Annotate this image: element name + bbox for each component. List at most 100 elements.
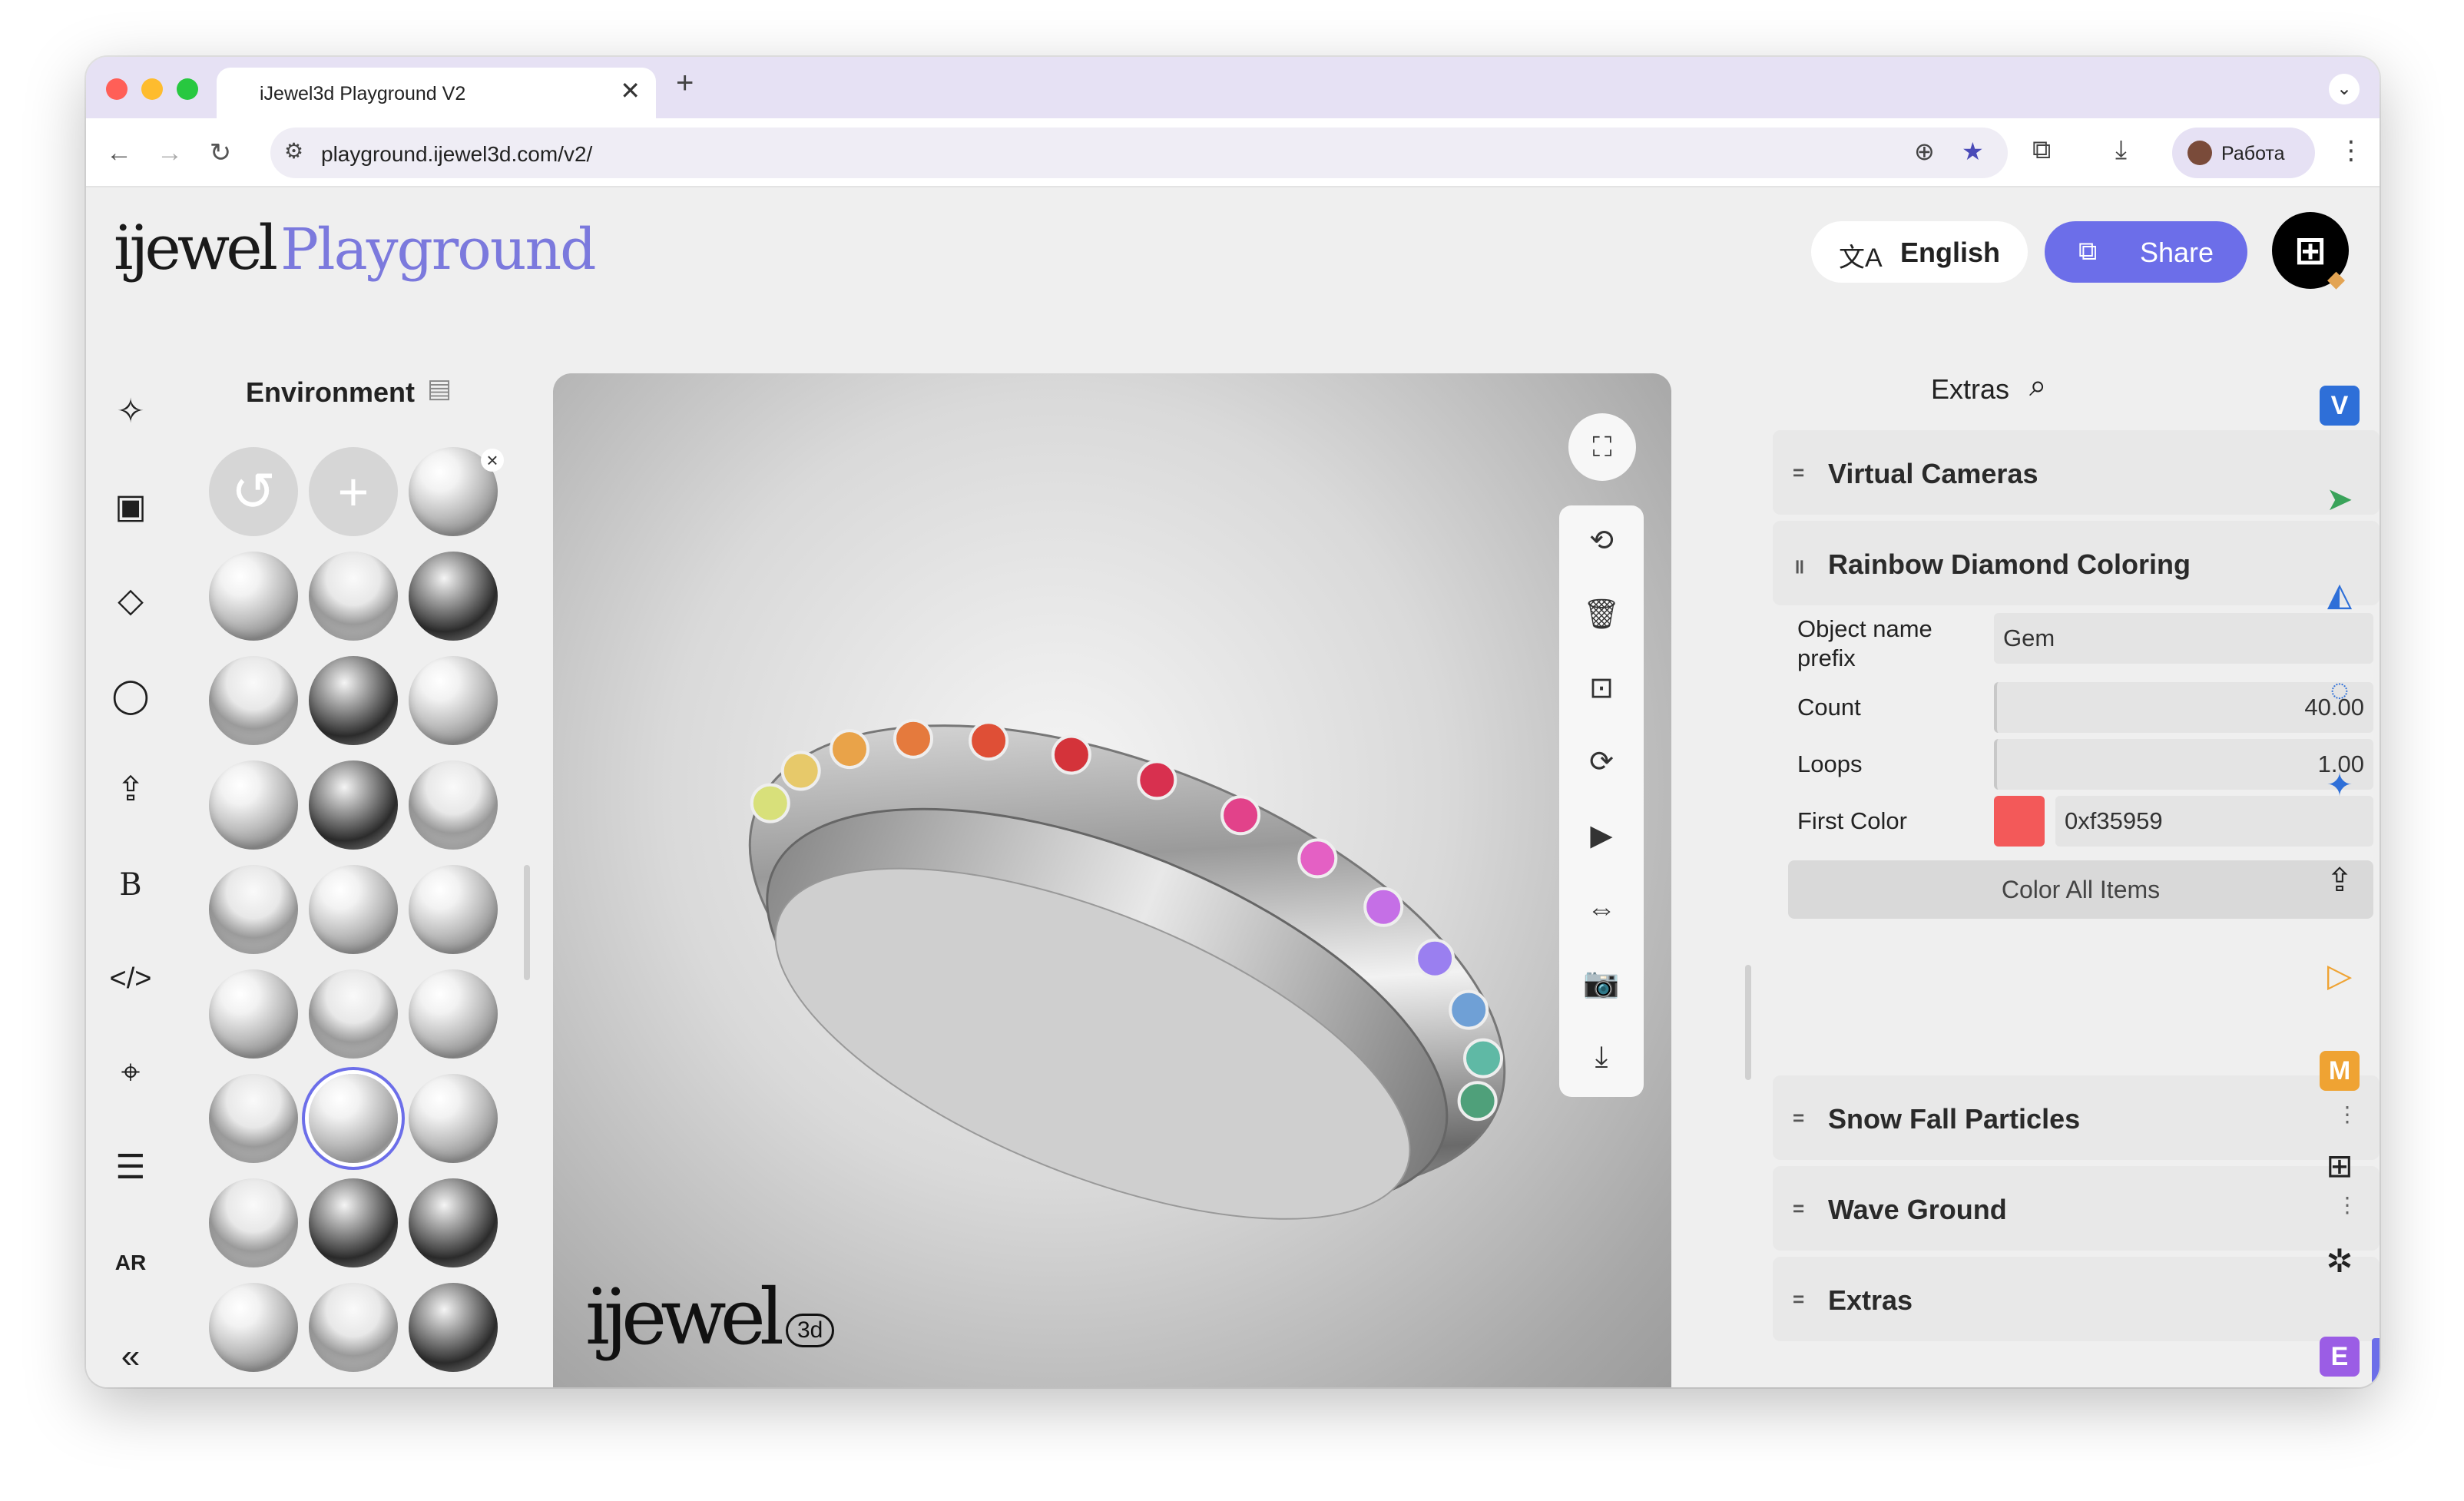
download-icon[interactable]: ⤓ <box>1578 1034 1624 1080</box>
add-environment-button[interactable]: + <box>309 447 398 536</box>
section-extras[interactable]: = Extras <box>1773 1257 2380 1341</box>
drag-handle-icon[interactable]: ॥ <box>1793 552 1805 579</box>
environment-thumbnail[interactable] <box>309 969 398 1059</box>
delete-icon[interactable]: 🗑 <box>1578 591 1624 638</box>
back-arrow-icon[interactable]: ← <box>100 134 138 172</box>
section-virtual-cameras[interactable]: = Virtual Cameras <box>1773 430 2380 515</box>
site-settings-icon[interactable]: ⚙ <box>284 138 303 164</box>
environment-thumbnail[interactable] <box>309 656 398 745</box>
fullscreen-icon[interactable]: ⛶ <box>1568 413 1636 481</box>
star-icon[interactable]: ✦ <box>2317 762 2363 808</box>
object-name-input[interactable]: Gem <box>1994 613 2373 664</box>
v-plugin-icon[interactable]: V <box>2320 386 2360 426</box>
turntable-icon[interactable]: ⇔ <box>1578 886 1624 933</box>
address-bar[interactable]: ⚙ playground.ijewel3d.com/v2/ ⊕ ★ <box>270 128 2008 178</box>
profile-button[interactable]: Работа <box>2172 128 2315 178</box>
browser-menu-icon[interactable]: ⋮ <box>2338 135 2364 166</box>
ground-plane-icon[interactable]: ◇ <box>108 578 154 624</box>
upload-icon[interactable]: ⇪ <box>108 767 154 813</box>
environment-thumbnail[interactable] <box>409 1074 498 1163</box>
environment-thumbnail[interactable] <box>409 865 498 954</box>
reload-icon[interactable]: ↻ <box>201 134 240 172</box>
window-close-button[interactable] <box>106 78 128 100</box>
grid-icon[interactable]: ⊞ <box>2317 1143 2363 1189</box>
loop-icon[interactable]: ◌ <box>2317 667 2363 713</box>
tab-search-menu-button[interactable]: ⌄ <box>2329 74 2360 104</box>
environment-thumbnail[interactable] <box>209 1283 298 1372</box>
environment-thumbnail[interactable] <box>209 1074 298 1163</box>
ar-beta-icon[interactable]: AR <box>108 1240 154 1286</box>
extensions-icon[interactable]: ⧉ <box>2032 135 2051 165</box>
gallery-icon[interactable]: ▣ <box>108 484 154 530</box>
environment-thumbnail[interactable] <box>309 1283 398 1372</box>
focus-icon[interactable]: ⊡ <box>1578 665 1624 711</box>
environment-thumbnail[interactable] <box>409 1283 498 1372</box>
rotate-icon[interactable]: ⟲ <box>1578 518 1624 564</box>
code-icon[interactable]: </> <box>108 956 154 1002</box>
environment-thumbnail[interactable] <box>209 865 298 954</box>
download-icon[interactable]: ⤓ <box>2115 135 2127 165</box>
window-maximize-button[interactable] <box>177 78 198 100</box>
environment-thumbnail[interactable] <box>409 760 498 850</box>
environment-thumbnail[interactable] <box>409 552 498 641</box>
sliders-icon[interactable]: ☰ <box>108 1145 154 1191</box>
environment-thumbnail[interactable] <box>209 760 298 850</box>
bx-beta-icon[interactable]: B <box>108 862 154 908</box>
app-logo[interactable]: ijewel Playground <box>114 212 597 283</box>
shapes-icon[interactable]: ◭ <box>2317 572 2363 618</box>
3d-viewport[interactable]: ijewel 3d ⛶ ⟲ 🗑 ⊡ ⟳ ▶ ⇔ 📷 ⤓ <box>553 373 1671 1387</box>
tag-icon[interactable]: ⌖ <box>108 1049 154 1095</box>
color-all-items-button[interactable]: Color All Items <box>1788 860 2373 919</box>
environment-thumbnail[interactable] <box>309 1178 398 1267</box>
new-tab-button[interactable]: + <box>676 68 694 98</box>
url-text[interactable]: playground.ijewel3d.com/v2/ <box>321 142 592 167</box>
reset-environment-button[interactable]: ↺ <box>209 447 298 536</box>
first-color-swatch[interactable] <box>1994 796 2045 847</box>
section-header[interactable]: ॥ Rainbow Diamond Coloring <box>1773 521 2380 605</box>
help-book-icon[interactable]: ▤ <box>427 373 452 404</box>
environment-thumbnail[interactable] <box>209 552 298 641</box>
environment-thumbnail[interactable] <box>309 760 398 850</box>
environment-thumbnail[interactable] <box>409 1178 498 1267</box>
search-icon[interactable]: ⌕ <box>2029 369 2046 403</box>
collapse-icon[interactable]: « <box>108 1334 154 1380</box>
environment-thumbnail[interactable] <box>209 656 298 745</box>
upload-icon[interactable]: ⇪ <box>2317 857 2363 903</box>
environment-thumbnail-selected[interactable] <box>309 1074 398 1163</box>
window-minimize-button[interactable] <box>141 78 163 100</box>
tab-close-icon[interactable]: ✕ <box>620 78 641 103</box>
language-button[interactable]: 文A English <box>1811 221 2028 283</box>
zoom-icon[interactable]: ⊕ <box>1914 137 1935 166</box>
play-icon[interactable]: ▶ <box>1578 813 1624 859</box>
ring-icon[interactable]: ◯ <box>108 673 154 719</box>
puzzle-icon[interactable]: ✲ <box>2317 1238 2363 1284</box>
drag-handle-icon[interactable]: = <box>1793 461 1804 485</box>
sparkle-icon[interactable]: ✧ <box>108 389 154 435</box>
environment-thumbnail[interactable] <box>209 969 298 1059</box>
drag-handle-icon[interactable]: = <box>1793 1287 1804 1311</box>
e-plugin-icon[interactable]: E <box>2320 1337 2360 1377</box>
m-plugin-icon[interactable]: M <box>2320 1051 2360 1091</box>
more-options-icon[interactable]: ⋮ <box>2336 1102 2358 1127</box>
remove-environment-icon[interactable]: × <box>481 449 504 472</box>
camera-icon[interactable]: 📷 <box>1578 960 1624 1006</box>
more-options-icon[interactable]: ⋮ <box>2336 1192 2358 1218</box>
auto-rotate-icon[interactable]: ⟳ <box>1578 739 1624 785</box>
play-triangle-icon[interactable]: ▷ <box>2317 953 2363 999</box>
panel-resize-handle[interactable] <box>1745 965 1751 1080</box>
drag-handle-icon[interactable]: = <box>1793 1106 1804 1130</box>
share-button[interactable]: ⧉ Share <box>2045 221 2247 283</box>
section-wave-ground[interactable]: = Wave Ground ⋮ <box>1773 1166 2380 1251</box>
drag-handle-icon[interactable]: = <box>1793 1197 1804 1221</box>
cursor-icon[interactable]: ➤ <box>2317 476 2363 522</box>
section-snow-fall-particles[interactable]: = Snow Fall Particles ⋮ <box>1773 1075 2380 1160</box>
environment-scrollbar[interactable] <box>524 865 530 980</box>
environment-thumbnail[interactable] <box>409 969 498 1059</box>
environment-thumbnail[interactable] <box>409 656 498 745</box>
bookmark-star-icon[interactable]: ★ <box>1962 137 1984 166</box>
environment-thumbnail[interactable] <box>309 865 398 954</box>
browser-tab[interactable]: iJewel3d Playground V2 ✕ <box>217 68 656 118</box>
environment-thumbnail[interactable] <box>209 1178 298 1267</box>
forward-arrow-icon[interactable]: → <box>151 134 189 172</box>
environment-thumbnail[interactable] <box>309 552 398 641</box>
